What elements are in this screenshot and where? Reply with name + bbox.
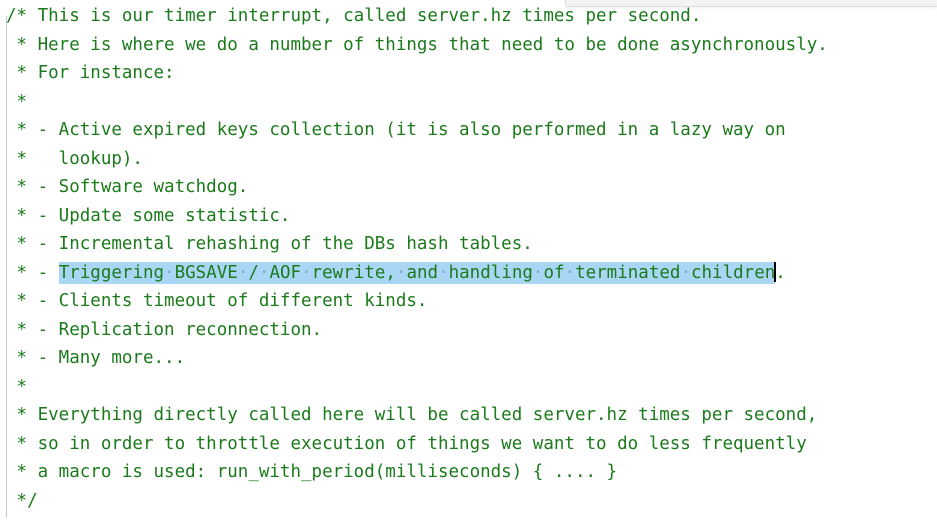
code-line[interactable]: * - Update some statistic.: [0, 202, 937, 231]
code-line-text: * For instance:: [6, 63, 175, 83]
whitespace-marker: ·: [532, 262, 544, 283]
code-line-text: * - Many more...: [6, 348, 186, 368]
whitespace-marker: ·: [564, 262, 576, 283]
code-line-text: * Here is where we do a number of things…: [6, 34, 828, 55]
code-line[interactable]: * For instance:: [0, 59, 937, 88]
code-line-text: *: [6, 91, 28, 112]
code-line[interactable]: * - Software watchdog.: [0, 173, 937, 202]
code-comment-block[interactable]: /* This is our timer interrupt, called s…: [0, 0, 937, 515]
overlay-popup-panel: [565, 0, 937, 7]
code-line[interactable]: * a macro is used: run_with_period(milli…: [0, 458, 937, 487]
selected-word: handling: [448, 262, 533, 283]
selected-word: Triggering: [58, 262, 165, 283]
code-line[interactable]: * - Replication reconnection.: [0, 316, 937, 345]
code-line[interactable]: * - Many more...: [0, 344, 937, 373]
code-line-text: * - Software watchdog.: [6, 177, 249, 197]
code-line-text: * so in order to throttle execution of t…: [6, 433, 807, 454]
code-line-text: * - Clients timeout of different kinds.: [6, 291, 428, 311]
whitespace-marker: ·: [164, 262, 175, 283]
code-line[interactable]: * - Active expired keys collection (it i…: [0, 116, 937, 145]
code-line[interactable]: * Here is where we do a number of things…: [0, 31, 937, 60]
whitespace-marker: ·: [680, 262, 691, 283]
code-line-text: * a macro is used: run_with_period(milli…: [6, 462, 618, 482]
selected-word: children: [690, 262, 776, 283]
code-line-text: * - Incremental rehashing of the DBs has…: [6, 234, 533, 254]
code-line-text: */: [6, 490, 38, 511]
selected-word: terminated: [575, 262, 681, 283]
whitespace-marker: ·: [258, 262, 270, 283]
selected-word: rewrite,: [311, 262, 396, 283]
code-line[interactable]: *: [0, 88, 937, 117]
code-line-text: * lookup).: [6, 148, 143, 169]
code-line-text: * - Update some statistic.: [6, 205, 291, 226]
code-line[interactable]: * lookup).: [0, 145, 937, 174]
code-line-text: * - Replication reconnection.: [6, 319, 323, 340]
whitespace-marker: ·: [438, 262, 449, 283]
code-line[interactable]: */: [0, 487, 937, 516]
code-line-text: *: [6, 376, 28, 397]
code-line[interactable]: * - Incremental rehashing of the DBs has…: [0, 230, 937, 259]
text-selection[interactable]: Triggering·BGSAVE·/·AOF·rewrite,·and·han…: [58, 261, 776, 284]
code-line-selected[interactable]: * - Triggering·BGSAVE·/·AOF·rewrite,·and…: [0, 259, 937, 288]
code-line[interactable]: *: [0, 373, 937, 402]
code-line-text: /* This is our timer interrupt, called s…: [6, 6, 702, 26]
code-line[interactable]: * so in order to throttle execution of t…: [0, 430, 937, 459]
selected-word: of: [543, 262, 565, 283]
code-editor[interactable]: /* This is our timer interrupt, called s…: [0, 0, 937, 525]
selected-word: AOF: [269, 262, 302, 283]
selected-word: BGSAVE: [174, 262, 238, 283]
whitespace-marker: ·: [395, 262, 407, 283]
code-line-text: * Everything directly called here will b…: [6, 405, 818, 425]
code-line[interactable]: * - Clients timeout of different kinds.: [0, 287, 937, 316]
whitespace-marker: ·: [237, 262, 249, 283]
selected-line-trailing: .: [775, 262, 786, 283]
selected-word: and: [406, 262, 439, 283]
code-line-text: * - Active expired keys collection (it i…: [6, 120, 786, 140]
selected-line-prefix: * -: [6, 262, 59, 283]
selected-word: /: [248, 262, 259, 283]
code-line[interactable]: * Everything directly called here will b…: [0, 401, 937, 430]
whitespace-marker: ·: [301, 262, 312, 283]
